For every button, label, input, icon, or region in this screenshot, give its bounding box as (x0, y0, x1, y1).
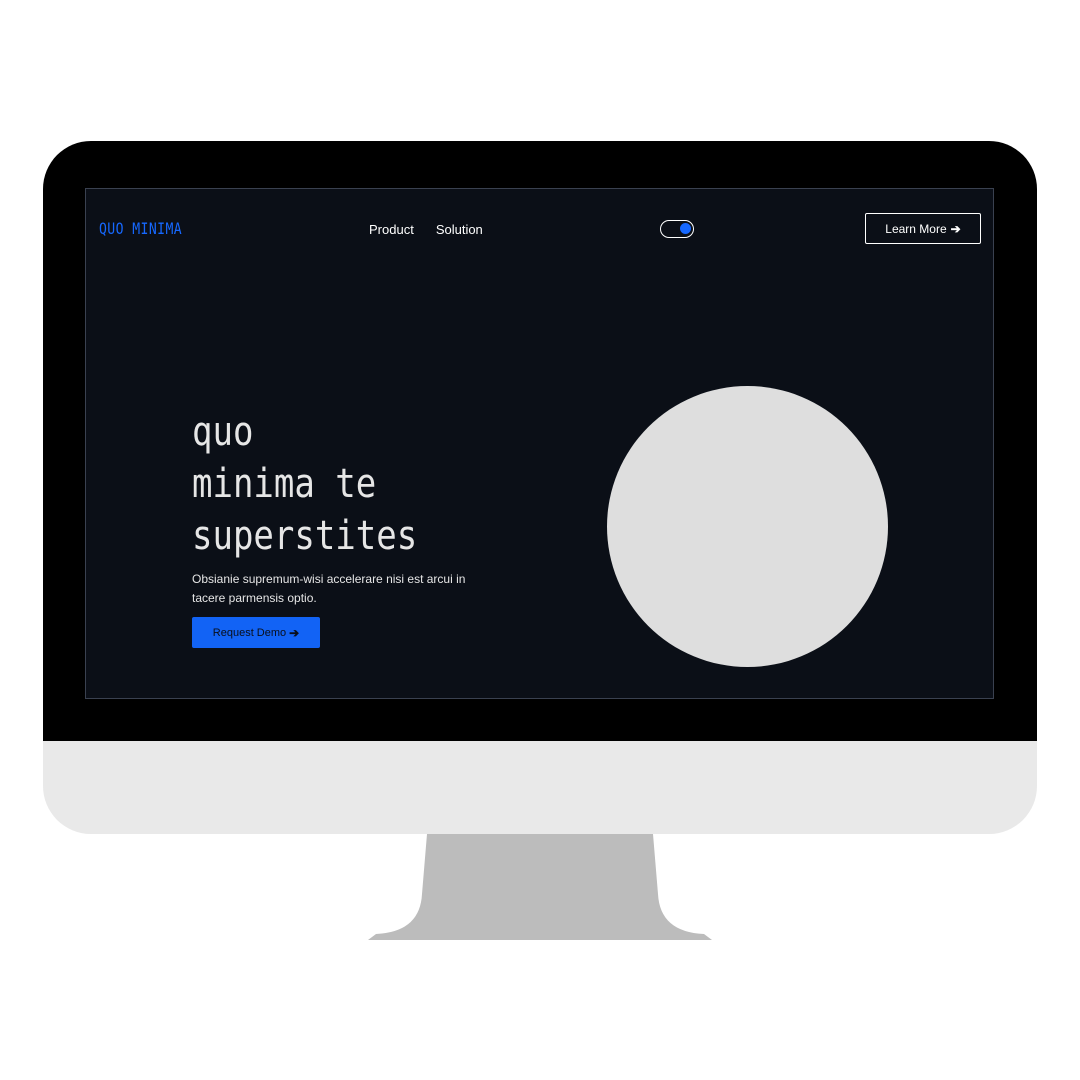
arrow-right-icon: ➔ (289, 625, 300, 640)
request-demo-label: Request Demo (212, 626, 287, 639)
nav-link-solution[interactable]: Solution (436, 222, 483, 237)
toggle-knob (680, 223, 691, 234)
hero-title-line: minima te (192, 461, 377, 507)
request-demo-button[interactable]: Request Demo ➔ (192, 617, 320, 648)
nav-link-product[interactable]: Product (369, 222, 414, 237)
learn-more-label: Learn More (885, 221, 947, 236)
screen: QUO MINIMA Product Solution Learn More ➔… (85, 188, 994, 699)
logo[interactable]: QUO MINIMA (99, 219, 182, 238)
hero-image-placeholder (607, 386, 888, 667)
nav: Product Solution (369, 222, 483, 237)
monitor-chin (43, 741, 1037, 834)
arrow-right-icon: ➔ (950, 221, 961, 236)
hero-title-line: superstites (192, 513, 418, 559)
stage: QUO MINIMA Product Solution Learn More ➔… (0, 0, 1080, 1080)
hero-title: quo minima te superstites (192, 406, 417, 562)
learn-more-button[interactable]: Learn More ➔ (865, 213, 981, 244)
theme-toggle[interactable] (660, 220, 694, 238)
hero-title-line: quo (192, 409, 254, 455)
hero-description: Obsianie supremum-wisi accelerare nisi e… (192, 572, 466, 605)
monitor-stand (368, 834, 712, 940)
